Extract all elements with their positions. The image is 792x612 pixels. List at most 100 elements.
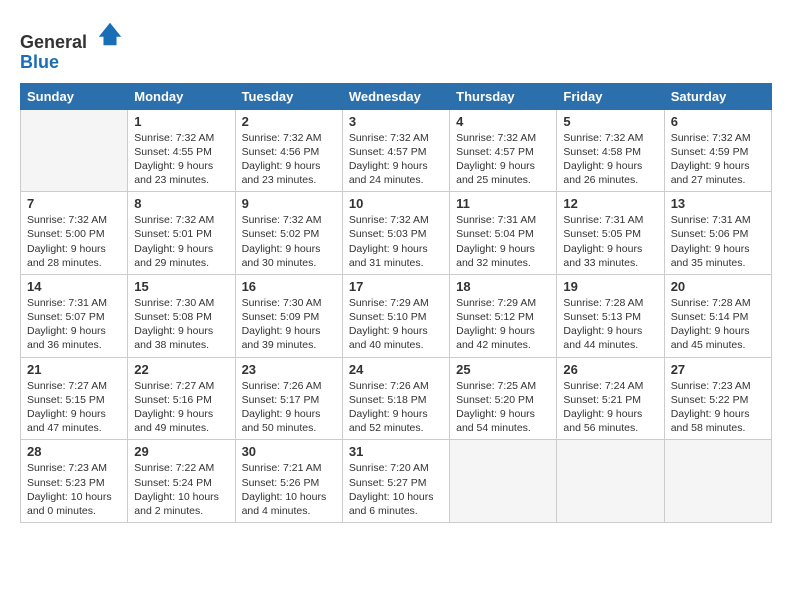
calendar-cell — [557, 440, 664, 523]
calendar-cell — [21, 109, 128, 192]
calendar-cell: 14 Sunrise: 7:31 AMSunset: 5:07 PMDayligh… — [21, 274, 128, 357]
day-number: 23 — [242, 362, 336, 377]
day-number: 8 — [134, 196, 228, 211]
day-number: 7 — [27, 196, 121, 211]
calendar-table: SundayMondayTuesdayWednesdayThursdayFrid… — [20, 83, 772, 523]
day-number: 24 — [349, 362, 443, 377]
calendar-cell: 18 Sunrise: 7:29 AMSunset: 5:12 PMDayligh… — [450, 274, 557, 357]
day-info: Sunrise: 7:24 AMSunset: 5:21 PMDaylight:… — [563, 379, 657, 436]
calendar-cell: 4 Sunrise: 7:32 AMSunset: 4:57 PMDaylight… — [450, 109, 557, 192]
day-number: 14 — [27, 279, 121, 294]
day-number: 30 — [242, 444, 336, 459]
col-header-friday: Friday — [557, 83, 664, 109]
day-number: 29 — [134, 444, 228, 459]
day-info: Sunrise: 7:25 AMSunset: 5:20 PMDaylight:… — [456, 379, 550, 436]
calendar-cell: 15 Sunrise: 7:30 AMSunset: 5:08 PMDayligh… — [128, 274, 235, 357]
logo: General Blue — [20, 20, 124, 73]
day-info: Sunrise: 7:31 AMSunset: 5:06 PMDaylight:… — [671, 213, 765, 270]
day-info: Sunrise: 7:32 AMSunset: 4:55 PMDaylight:… — [134, 131, 228, 188]
day-info: Sunrise: 7:29 AMSunset: 5:12 PMDaylight:… — [456, 296, 550, 353]
calendar-cell: 1 Sunrise: 7:32 AMSunset: 4:55 PMDaylight… — [128, 109, 235, 192]
calendar-cell — [450, 440, 557, 523]
calendar-cell: 27 Sunrise: 7:23 AMSunset: 5:22 PMDayligh… — [664, 357, 771, 440]
day-info: Sunrise: 7:32 AMSunset: 4:58 PMDaylight:… — [563, 131, 657, 188]
calendar-cell: 13 Sunrise: 7:31 AMSunset: 5:06 PMDayligh… — [664, 192, 771, 275]
calendar-cell: 25 Sunrise: 7:25 AMSunset: 5:20 PMDayligh… — [450, 357, 557, 440]
calendar-cell: 5 Sunrise: 7:32 AMSunset: 4:58 PMDaylight… — [557, 109, 664, 192]
day-number: 16 — [242, 279, 336, 294]
day-info: Sunrise: 7:32 AMSunset: 5:01 PMDaylight:… — [134, 213, 228, 270]
day-number: 26 — [563, 362, 657, 377]
day-info: Sunrise: 7:30 AMSunset: 5:08 PMDaylight:… — [134, 296, 228, 353]
calendar-cell: 8 Sunrise: 7:32 AMSunset: 5:01 PMDaylight… — [128, 192, 235, 275]
calendar-header-row: SundayMondayTuesdayWednesdayThursdayFrid… — [21, 83, 772, 109]
page: General Blue SundayMondayTuesdayWednesda… — [0, 0, 792, 612]
day-number: 28 — [27, 444, 121, 459]
day-number: 19 — [563, 279, 657, 294]
day-info: Sunrise: 7:31 AMSunset: 5:07 PMDaylight:… — [27, 296, 121, 353]
day-number: 5 — [563, 114, 657, 129]
day-number: 4 — [456, 114, 550, 129]
day-info: Sunrise: 7:27 AMSunset: 5:15 PMDaylight:… — [27, 379, 121, 436]
day-info: Sunrise: 7:23 AMSunset: 5:23 PMDaylight:… — [27, 461, 121, 518]
calendar-cell: 9Sunrise: 7:32 AMSunset: 5:02 PMDaylight… — [235, 192, 342, 275]
header: General Blue — [20, 20, 772, 73]
day-info: Sunrise: 7:28 AMSunset: 5:13 PMDaylight:… — [563, 296, 657, 353]
day-info: Sunrise: 7:26 AMSunset: 5:18 PMDaylight:… — [349, 379, 443, 436]
day-number: 2 — [242, 114, 336, 129]
day-info: Sunrise: 7:32 AMSunset: 4:57 PMDaylight:… — [456, 131, 550, 188]
day-number: 18 — [456, 279, 550, 294]
day-info: Sunrise: 7:26 AMSunset: 5:17 PMDaylight:… — [242, 379, 336, 436]
calendar-cell: 30 Sunrise: 7:21 AMSunset: 5:26 PMDayligh… — [235, 440, 342, 523]
day-number: 27 — [671, 362, 765, 377]
day-info: Sunrise: 7:29 AMSunset: 5:10 PMDaylight:… — [349, 296, 443, 353]
col-header-wednesday: Wednesday — [342, 83, 449, 109]
week-row-3: 14 Sunrise: 7:31 AMSunset: 5:07 PMDayligh… — [21, 274, 772, 357]
day-number: 17 — [349, 279, 443, 294]
day-number: 3 — [349, 114, 443, 129]
day-info: Sunrise: 7:31 AMSunset: 5:04 PMDaylight:… — [456, 213, 550, 270]
col-header-sunday: Sunday — [21, 83, 128, 109]
calendar-cell: 10 Sunrise: 7:32 AMSunset: 5:03 PMDayligh… — [342, 192, 449, 275]
day-info: Sunrise: 7:32 AMSunset: 4:59 PMDaylight:… — [671, 131, 765, 188]
calendar-cell: 21Sunrise: 7:27 AMSunset: 5:15 PMDayligh… — [21, 357, 128, 440]
day-number: 15 — [134, 279, 228, 294]
day-info: Sunrise: 7:30 AMSunset: 5:09 PMDaylight:… — [242, 296, 336, 353]
day-info: Sunrise: 7:32 AMSunset: 5:03 PMDaylight:… — [349, 213, 443, 270]
calendar-cell: 24 Sunrise: 7:26 AMSunset: 5:18 PMDayligh… — [342, 357, 449, 440]
calendar-cell: 22Sunrise: 7:27 AMSunset: 5:16 PMDayligh… — [128, 357, 235, 440]
day-number: 1 — [134, 114, 228, 129]
day-number: 9 — [242, 196, 336, 211]
day-number: 13 — [671, 196, 765, 211]
calendar-cell: 11Sunrise: 7:31 AMSunset: 5:04 PMDayligh… — [450, 192, 557, 275]
day-info: Sunrise: 7:31 AMSunset: 5:05 PMDaylight:… — [563, 213, 657, 270]
logo-icon — [96, 20, 124, 48]
logo-blue-text: Blue — [20, 52, 59, 72]
day-info: Sunrise: 7:32 AMSunset: 4:57 PMDaylight:… — [349, 131, 443, 188]
col-header-thursday: Thursday — [450, 83, 557, 109]
day-info: Sunrise: 7:20 AMSunset: 5:27 PMDaylight:… — [349, 461, 443, 518]
week-row-4: 21Sunrise: 7:27 AMSunset: 5:15 PMDayligh… — [21, 357, 772, 440]
day-info: Sunrise: 7:21 AMSunset: 5:26 PMDaylight:… — [242, 461, 336, 518]
day-number: 10 — [349, 196, 443, 211]
calendar-cell: 3 Sunrise: 7:32 AMSunset: 4:57 PMDaylight… — [342, 109, 449, 192]
day-number: 25 — [456, 362, 550, 377]
day-info: Sunrise: 7:32 AMSunset: 4:56 PMDaylight:… — [242, 131, 336, 188]
day-info: Sunrise: 7:32 AMSunset: 5:00 PMDaylight:… — [27, 213, 121, 270]
calendar-cell: 7 Sunrise: 7:32 AMSunset: 5:00 PMDaylight… — [21, 192, 128, 275]
day-number: 20 — [671, 279, 765, 294]
calendar-cell: 19 Sunrise: 7:28 AMSunset: 5:13 PMDayligh… — [557, 274, 664, 357]
calendar-cell: 28 Sunrise: 7:23 AMSunset: 5:23 PMDayligh… — [21, 440, 128, 523]
calendar-cell: 12 Sunrise: 7:31 AMSunset: 5:05 PMDayligh… — [557, 192, 664, 275]
calendar-cell: 17 Sunrise: 7:29 AMSunset: 5:10 PMDayligh… — [342, 274, 449, 357]
day-number: 31 — [349, 444, 443, 459]
day-info: Sunrise: 7:23 AMSunset: 5:22 PMDaylight:… — [671, 379, 765, 436]
day-number: 12 — [563, 196, 657, 211]
calendar-cell: 23 Sunrise: 7:26 AMSunset: 5:17 PMDayligh… — [235, 357, 342, 440]
col-header-tuesday: Tuesday — [235, 83, 342, 109]
week-row-2: 7 Sunrise: 7:32 AMSunset: 5:00 PMDaylight… — [21, 192, 772, 275]
calendar-cell: 2 Sunrise: 7:32 AMSunset: 4:56 PMDaylight… — [235, 109, 342, 192]
week-row-5: 28 Sunrise: 7:23 AMSunset: 5:23 PMDayligh… — [21, 440, 772, 523]
calendar-cell: 29Sunrise: 7:22 AMSunset: 5:24 PMDayligh… — [128, 440, 235, 523]
calendar-cell: 16 Sunrise: 7:30 AMSunset: 5:09 PMDayligh… — [235, 274, 342, 357]
